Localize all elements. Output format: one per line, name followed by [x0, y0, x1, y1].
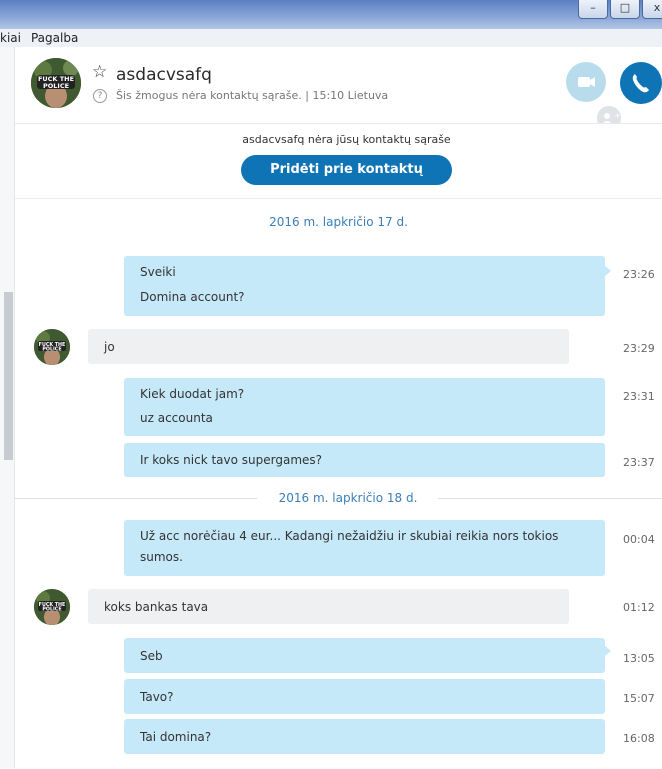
- contact-avatar-small: FUCK THE POLICE: [34, 589, 70, 625]
- menu-item-kiai[interactable]: kiai: [0, 31, 21, 45]
- date-divider-line: [15, 498, 257, 499]
- contact-status: Šis žmogus nėra kontaktų sąraše. | 15:10…: [116, 89, 389, 102]
- menu-item-help[interactable]: Pagalba: [31, 31, 78, 45]
- window-titlebar: – □ x: [0, 0, 662, 29]
- video-call-button[interactable]: [566, 62, 606, 102]
- message-text: uz accounta: [140, 411, 213, 425]
- maximize-button[interactable]: □: [610, 0, 640, 19]
- message-text: Tai domina?: [140, 730, 212, 744]
- audio-call-button[interactable]: [620, 62, 662, 104]
- message-time: 23:31: [623, 390, 655, 403]
- avatar-image: FUCK THE POLICE: [34, 589, 70, 625]
- date-divider-line: [438, 498, 662, 499]
- notice-text: asdacvsafq nėra jūsų kontaktų sąraše: [242, 133, 451, 146]
- contact-avatar-small: FUCK THE POLICE: [34, 329, 70, 365]
- message-bubble-outgoing[interactable]: Tavo?: [124, 679, 605, 714]
- conversation-header: [15, 47, 662, 123]
- favorite-star-icon[interactable]: ☆: [92, 62, 107, 82]
- contact-avatar[interactable]: FUCK THE POLICE: [31, 58, 81, 108]
- window-controls: – □ x: [578, 0, 662, 19]
- bubble-tail: [605, 266, 611, 276]
- close-button[interactable]: x: [642, 0, 662, 19]
- minimize-button[interactable]: –: [578, 0, 608, 19]
- bubble-tail: [605, 646, 611, 656]
- message-text: Ir koks nick tavo supergames?: [140, 453, 323, 467]
- message-text: Domina account?: [140, 290, 245, 304]
- message-text: Tavo?: [140, 690, 174, 704]
- svg-text:+: +: [614, 111, 621, 120]
- message-time: 01:12: [623, 601, 655, 614]
- add-to-contacts-button[interactable]: Pridėti prie kontaktų: [241, 155, 452, 185]
- message-time: 13:05: [623, 652, 655, 665]
- message-text: Už acc norėčiau 4 eur... Kadangi nežaidž…: [140, 529, 559, 543]
- message-bubble-outgoing[interactable]: Sveiki Domina account?: [124, 256, 605, 316]
- svg-text:POLICE: POLICE: [43, 82, 69, 90]
- scrollbar-thumb[interactable]: [4, 292, 13, 460]
- phone-icon: [632, 74, 649, 93]
- question-icon: ?: [93, 89, 107, 103]
- message-bubble-outgoing[interactable]: Tai domina?: [124, 719, 605, 754]
- message-text: koks bankas tava: [104, 600, 209, 614]
- message-text: Sveiki: [140, 265, 176, 279]
- message-time: 23:26: [623, 268, 655, 281]
- svg-text:POLICE: POLICE: [42, 347, 61, 353]
- avatar-image: FUCK THE POLICE: [34, 329, 70, 365]
- menu-bar: kiai Pagalba: [0, 29, 662, 48]
- message-bubble-outgoing[interactable]: Ir koks nick tavo supergames?: [124, 443, 605, 477]
- date-separator: 2016 m. lapkričio 18 d.: [278, 491, 418, 505]
- message-bubble-outgoing[interactable]: Kiek duodat jam? uz accounta: [124, 378, 605, 436]
- message-text: jo: [104, 340, 115, 354]
- avatar-image: FUCK THE POLICE: [31, 58, 81, 108]
- message-time: 15:07: [623, 692, 655, 705]
- message-bubble-outgoing[interactable]: Seb: [124, 638, 605, 673]
- message-time: 00:04: [623, 533, 655, 546]
- message-bubble-incoming[interactable]: koks bankas tava: [88, 589, 569, 624]
- message-text: Seb: [140, 649, 163, 663]
- date-separator: 2016 m. lapkričio 17 d.: [269, 215, 408, 229]
- message-bubble-incoming[interactable]: jo: [88, 329, 569, 364]
- message-text: sumos.: [140, 550, 183, 564]
- video-camera-icon: [578, 77, 595, 87]
- message-bubble-outgoing[interactable]: Už acc norėčiau 4 eur... Kadangi nežaidž…: [124, 520, 605, 576]
- contact-name: asdacvsafq: [116, 65, 212, 85]
- svg-text:POLICE: POLICE: [42, 607, 61, 613]
- message-time: 23:29: [623, 342, 655, 355]
- message-text: Kiek duodat jam?: [140, 387, 245, 401]
- message-time: 23:37: [623, 456, 655, 469]
- message-time: 16:08: [623, 732, 655, 745]
- left-panel-edge: [0, 47, 15, 768]
